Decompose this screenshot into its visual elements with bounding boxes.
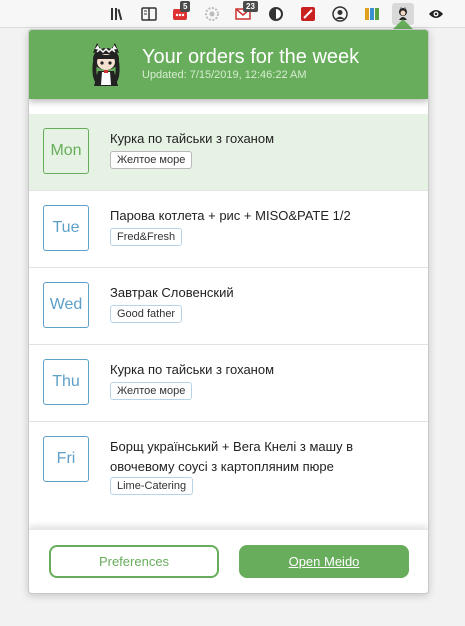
open-meido-button[interactable]: Open Meido — [239, 545, 409, 578]
reader-view-icon[interactable] — [139, 4, 159, 24]
popup-header: Your orders for the week Updated: 7/15/2… — [29, 30, 428, 99]
order-row-fri[interactable]: Fri Борщ український + Вега Кнелі з машу… — [29, 422, 428, 514]
privacy-icon[interactable] — [266, 4, 286, 24]
vendor-tag: Желтое море — [110, 151, 193, 169]
order-row-wed[interactable]: Wed Завтрак Словенский Good father — [29, 268, 428, 345]
account-icon[interactable] — [330, 4, 350, 24]
dish-name: Парова котлета + рис + MISO&PATE 1/2 — [110, 208, 351, 223]
eye-icon[interactable] — [426, 4, 446, 24]
vendor-tag: Желтое море — [110, 382, 193, 400]
colorful-extension-icon[interactable] — [362, 4, 382, 24]
day-badge: Tue — [43, 205, 89, 251]
dish-name: Борщ український + Вега Кнелі з машу в о… — [110, 439, 354, 474]
library-icon[interactable] — [108, 4, 128, 24]
order-row-thu[interactable]: Thu Курка по тайськи з гоханом Желтое мо… — [29, 345, 428, 422]
day-badge: Fri — [43, 436, 89, 482]
extension-red-icon[interactable]: 5 — [170, 1, 191, 24]
updated-timestamp: Updated: 7/15/2019, 12:46:22 AM — [142, 69, 307, 81]
pen-extension-icon[interactable] — [298, 4, 318, 24]
dish-name: Курка по тайськи з гоханом — [110, 362, 275, 377]
order-row-mon[interactable]: Mon Курка по тайськи з гоханом Желтое мо… — [29, 114, 428, 191]
vendor-tag: Fred&Fresh — [110, 228, 183, 246]
extension-badge: 5 — [180, 1, 191, 12]
vendor-tag: Good father — [110, 305, 183, 323]
order-row-tue[interactable]: Tue Парова котлета + рис + MISO&PATE 1/2… — [29, 191, 428, 268]
vendor-tag: Lime-Catering — [110, 477, 194, 495]
day-badge: Thu — [43, 359, 89, 405]
preferences-button[interactable]: Preferences — [49, 545, 219, 578]
dish-name: Курка по тайськи з гоханом — [110, 131, 275, 146]
day-badge: Mon — [43, 128, 89, 174]
popup-footer: Preferences Open Meido — [29, 529, 428, 593]
dish-name: Завтрак Словенский — [110, 285, 234, 300]
settings-cog-icon[interactable] — [202, 4, 222, 24]
day-badge: Wed — [43, 282, 89, 328]
orders-list: Mon Курка по тайськи з гоханом Желтое мо… — [29, 114, 428, 514]
mail-badge: 23 — [243, 1, 258, 12]
orders-popup: Your orders for the week Updated: 7/15/2… — [28, 29, 429, 594]
browser-toolbar: 5 23 — [0, 0, 465, 28]
meido-mascot-avatar — [81, 39, 131, 89]
page-title: Your orders for the week — [142, 46, 360, 68]
mail-icon[interactable]: 23 — [233, 1, 258, 24]
